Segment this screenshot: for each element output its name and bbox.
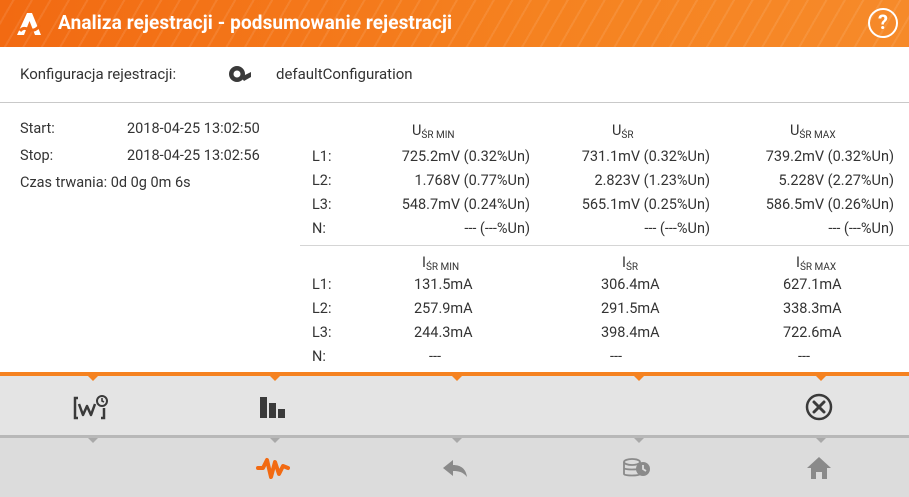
current-min-value: 257.9mA — [414, 300, 473, 317]
current-max-value: --- — [798, 348, 811, 365]
database-history-button[interactable] — [546, 438, 728, 497]
title-bar: Analiza rejestracji - podsumowanie rejes… — [0, 0, 909, 47]
voltage-header-min: UŚR MIN — [412, 122, 455, 141]
navigation-toolbar — [0, 438, 909, 497]
voltage-avg-value: --- (---%Un) — [644, 220, 710, 237]
back-button[interactable] — [364, 438, 546, 497]
phase-label: N: — [312, 220, 326, 237]
phase-label: L3: — [312, 324, 332, 341]
current-avg-value: 398.4mA — [601, 324, 660, 341]
phase-label: N: — [312, 348, 326, 365]
current-min-value: 131.5mA — [414, 276, 473, 293]
waveform-icon — [256, 457, 290, 479]
table-divider — [300, 245, 909, 246]
current-header-avg: IŚR — [622, 254, 639, 273]
current-avg-value: --- — [610, 348, 623, 365]
duration-value: 0d 0g 0m 6s — [110, 174, 191, 191]
toolbar-notch — [452, 376, 462, 381]
current-avg-value: 306.4mA — [601, 276, 660, 293]
current-avg-value: 291.5mA — [601, 300, 660, 317]
voltage-min-value: 548.7mV (0.24%Un) — [401, 196, 530, 213]
close-circle-icon — [805, 393, 832, 421]
voltage-min-value: 725.2mV (0.32%Un) — [401, 148, 530, 165]
back-arrow-icon — [443, 459, 467, 477]
phase-label: L1: — [312, 148, 332, 165]
start-value: 2018-04-25 13:02:50 — [127, 120, 260, 137]
bar-chart-icon — [260, 397, 285, 418]
configuration-gear-icon — [229, 66, 251, 82]
current-max-value: 338.3mA — [783, 300, 842, 317]
configuration-value: defaultConfiguration — [276, 65, 413, 83]
bar-chart-button[interactable] — [182, 376, 364, 438]
current-min-value: --- — [429, 348, 442, 365]
waveform-timer-button[interactable] — [0, 376, 182, 438]
configuration-label: Konfiguracja rejestracji: — [20, 65, 177, 83]
page-title: Analiza rejestracji - podsumowanie rejes… — [58, 11, 453, 34]
duration-row: Czas trwania: 0d 0g 0m 6s — [20, 174, 191, 191]
voltage-header-max: UŚR MAX — [790, 122, 836, 141]
help-icon[interactable]: ? — [868, 8, 898, 38]
voltage-avg-value: 731.1mV (0.32%Un) — [581, 148, 710, 165]
voltage-max-value: --- (---%Un) — [828, 220, 894, 237]
voltage-max-value: 586.5mV (0.26%Un) — [765, 196, 894, 213]
current-max-value: 627.1mA — [783, 276, 842, 293]
phase-label: L1: — [312, 276, 332, 293]
current-header-min: IŚR MIN — [422, 254, 460, 273]
waveform-button[interactable] — [182, 438, 364, 497]
home-button[interactable] — [728, 438, 909, 497]
stop-label: Stop: — [20, 147, 54, 164]
voltage-min-value: 1.768V (0.77%Un) — [414, 172, 530, 189]
waveform-timer-icon — [73, 395, 108, 420]
toolbar-notch — [634, 376, 644, 381]
current-min-value: 244.3mA — [414, 324, 473, 341]
start-label: Start: — [20, 120, 55, 137]
phase-label: L3: — [312, 196, 332, 213]
function-toolbar — [0, 372, 909, 438]
app-logo-icon — [17, 13, 42, 35]
close-button[interactable] — [728, 376, 909, 438]
database-history-icon — [623, 457, 650, 476]
stop-value: 2018-04-25 13:02:56 — [127, 147, 260, 164]
duration-label: Czas trwania: — [20, 174, 108, 191]
voltage-max-value: 739.2mV (0.32%Un) — [765, 148, 894, 165]
toolbar-notch — [88, 438, 98, 443]
current-header-max: IŚR MAX — [796, 254, 837, 273]
voltage-avg-value: 565.1mV (0.25%Un) — [581, 196, 710, 213]
phase-label: L2: — [312, 300, 332, 317]
voltage-max-value: 5.228V (2.27%Un) — [778, 172, 894, 189]
voltage-header-avg: UŚR — [612, 122, 634, 141]
voltage-min-value: --- (---%Un) — [464, 220, 530, 237]
voltage-avg-value: 2.823V (1.23%Un) — [594, 172, 710, 189]
current-max-value: 722.6mA — [783, 324, 842, 341]
home-icon — [806, 456, 831, 479]
phase-label: L2: — [312, 172, 332, 189]
configuration-row: Konfiguracja rejestracji: defaultConfigu… — [0, 47, 909, 103]
